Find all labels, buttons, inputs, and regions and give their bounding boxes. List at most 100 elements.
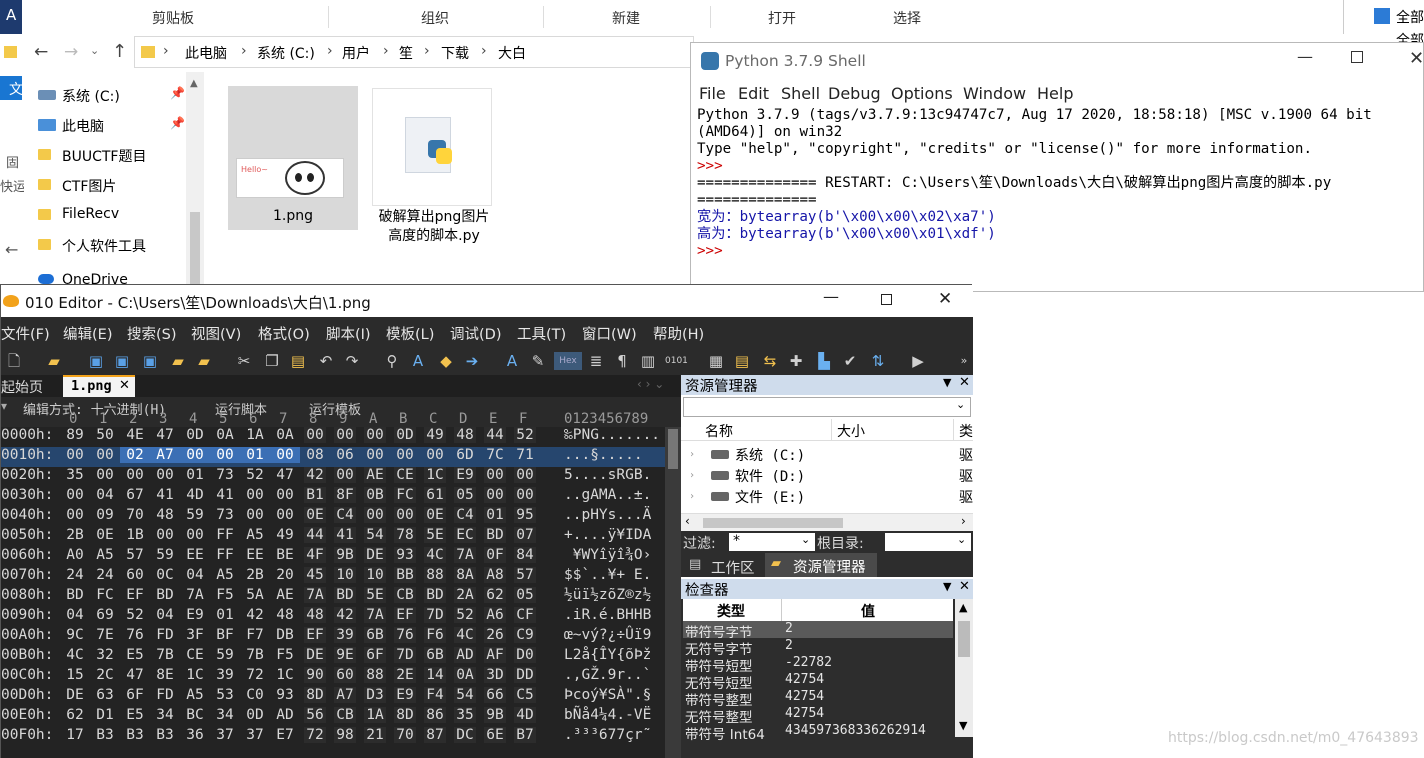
- hex-byte[interactable]: 21: [364, 727, 386, 743]
- hex-row[interactable]: 0020h: 35 00 00 00 01 73 52 47 42 00 AE CE 1C E9 00 00 5.…: [1, 467, 665, 487]
- hex-byte[interactable]: F4: [424, 687, 446, 703]
- hex-byte[interactable]: E5: [124, 647, 146, 663]
- column-name[interactable]: 名称: [705, 421, 733, 441]
- hex-byte[interactable]: 7C: [484, 447, 506, 463]
- inspector-row[interactable]: 带符号短型 -22782: [683, 655, 953, 675]
- hex-byte[interactable]: 7B: [154, 647, 176, 663]
- hex-byte[interactable]: 35: [454, 707, 476, 723]
- hex-byte[interactable]: 9B: [334, 547, 356, 563]
- hex-byte[interactable]: CB: [394, 587, 416, 603]
- find-in-files-icon[interactable]: ◆: [437, 352, 455, 370]
- hex-byte[interactable]: DD: [514, 667, 536, 683]
- hex-byte[interactable]: 48: [304, 607, 326, 623]
- hex-byte[interactable]: E9: [184, 607, 206, 623]
- hex-byte[interactable]: 8D: [394, 707, 416, 723]
- hex-byte[interactable]: AD: [454, 647, 476, 663]
- hex-byte[interactable]: BD: [484, 527, 506, 543]
- ribbon-group-clipboard[interactable]: 剪贴板: [152, 8, 194, 28]
- hex-row[interactable]: 0030h: 00 04 67 41 4D 41 00 00 B1 8F 0B FC 61 05 00 00..…: [1, 487, 665, 507]
- tab-1-png[interactable]: 1.png ✕: [63, 375, 135, 397]
- menu-window[interactable]: 窗口(W): [582, 323, 637, 344]
- drive-row[interactable]: › 文件 (E:) 驱: [689, 487, 973, 507]
- hex-byte[interactable]: 62: [484, 587, 506, 603]
- hex-byte[interactable]: 00: [210, 447, 240, 463]
- hex-byte[interactable]: 2B: [244, 567, 266, 583]
- hex-byte[interactable]: 49: [274, 527, 296, 543]
- hex-byte[interactable]: 53: [214, 687, 236, 703]
- hex-byte[interactable]: 0A: [274, 427, 296, 443]
- hex-byte[interactable]: C4: [454, 507, 476, 523]
- hex-byte[interactable]: 04: [154, 607, 176, 623]
- hex-byte[interactable]: EE: [244, 547, 266, 563]
- hex-byte[interactable]: A0: [64, 547, 86, 563]
- hex-byte[interactable]: 00: [124, 467, 146, 483]
- tab-start-page[interactable]: 起始页: [1, 377, 43, 397]
- hex-byte[interactable]: BF: [214, 627, 236, 643]
- new-file-icon[interactable]: 🗋: [5, 352, 23, 370]
- hex-row[interactable]: 0050h: 2B 0E 1B 00 00 FF A5 49 44 41 54 78 5E EC BD 07 +.…: [1, 527, 665, 547]
- hex-byte[interactable]: 95: [514, 507, 536, 523]
- toolbar-overflow-icon[interactable]: »: [955, 352, 973, 370]
- hex-byte[interactable]: A8: [484, 567, 506, 583]
- redo-icon[interactable]: ↷: [343, 352, 361, 370]
- hex-byte[interactable]: 73: [214, 467, 236, 483]
- hex-byte[interactable]: FF: [214, 547, 236, 563]
- chevron-down-icon[interactable]: ⌄: [957, 533, 966, 546]
- hex-byte[interactable]: 57: [514, 567, 536, 583]
- hex-byte[interactable]: 0E: [304, 507, 326, 523]
- hex-byte[interactable]: 48: [154, 507, 176, 523]
- swap-icon[interactable]: ⇆: [761, 352, 779, 370]
- minimize-button[interactable]: —: [823, 287, 839, 306]
- hex-byte[interactable]: B7: [514, 727, 536, 743]
- ribbon-group-organize[interactable]: 组织: [421, 8, 449, 28]
- open-folder-icon[interactable]: ▰: [169, 352, 187, 370]
- hex-byte[interactable]: 0E: [94, 527, 116, 543]
- hex-byte[interactable]: 00: [64, 487, 86, 503]
- menu-edit[interactable]: 编辑(E): [63, 323, 112, 344]
- hex-byte[interactable]: 4D: [514, 707, 536, 723]
- copy-icon[interactable]: ❐: [263, 352, 281, 370]
- hex-byte[interactable]: 05: [454, 487, 476, 503]
- hex-byte[interactable]: 05: [514, 587, 536, 603]
- hex-byte[interactable]: 52: [514, 427, 536, 443]
- hex-byte[interactable]: BD: [64, 587, 86, 603]
- hex-row[interactable]: 0040h: 00 09 70 48 59 73 00 00 0E C4 00 00 0E C4 01 95..…: [1, 507, 665, 527]
- hex-byte[interactable]: 2E: [394, 667, 416, 683]
- histogram-icon[interactable]: ▙: [815, 352, 833, 370]
- hex-row[interactable]: 0090h: 04 69 52 04 E9 01 42 48 48 42 7A EF 7D 52 A6 CF .i…: [1, 607, 665, 627]
- hex-byte[interactable]: 36: [184, 727, 206, 743]
- menu-help[interactable]: 帮助(H): [653, 323, 704, 344]
- hex-byte[interactable]: E9: [394, 687, 416, 703]
- path-dropdown[interactable]: ⌄: [683, 397, 971, 417]
- hex-byte[interactable]: 47: [124, 667, 146, 683]
- hex-byte[interactable]: A7: [150, 447, 180, 463]
- hex-byte[interactable]: BB: [394, 567, 416, 583]
- hex-byte[interactable]: 93: [394, 547, 416, 563]
- root-input[interactable]: ⌄: [885, 533, 971, 551]
- hex-byte[interactable]: AE: [274, 587, 296, 603]
- hex-byte[interactable]: 84: [514, 547, 536, 563]
- inspector-row[interactable]: 无符号短型 42754: [683, 672, 953, 692]
- hex-byte[interactable]: B3: [124, 727, 146, 743]
- hex-byte[interactable]: 00: [484, 467, 506, 483]
- hex-byte[interactable]: 00: [64, 447, 86, 463]
- text-mode-icon[interactable]: ≣: [587, 352, 605, 370]
- inspector-row[interactable]: 带符号整型 42754: [683, 689, 953, 709]
- menu-view[interactable]: 视图(V): [191, 323, 241, 344]
- hex-byte[interactable]: F7: [244, 627, 266, 643]
- hex-byte[interactable]: 59: [214, 647, 236, 663]
- hex-byte[interactable]: 04: [64, 607, 86, 623]
- forward-button[interactable]: →: [64, 42, 78, 62]
- hex-mode-icon[interactable]: Hex: [554, 352, 582, 370]
- hex-byte[interactable]: 60: [334, 667, 356, 683]
- menu-debug[interactable]: 调试(D): [450, 323, 501, 344]
- hex-byte[interactable]: 34: [154, 707, 176, 723]
- nav-item-buuctf[interactable]: BUUCTF题目: [38, 146, 146, 166]
- column-value[interactable]: 值: [861, 601, 875, 621]
- replace-icon[interactable]: A: [409, 352, 427, 370]
- back-arrow-icon[interactable]: ←: [5, 240, 18, 259]
- nav-scrollbar[interactable]: ▲: [186, 72, 204, 288]
- hex-byte[interactable]: FC: [394, 487, 416, 503]
- hex-byte[interactable]: 10: [334, 567, 356, 583]
- checksum-icon[interactable]: ✚: [787, 352, 805, 370]
